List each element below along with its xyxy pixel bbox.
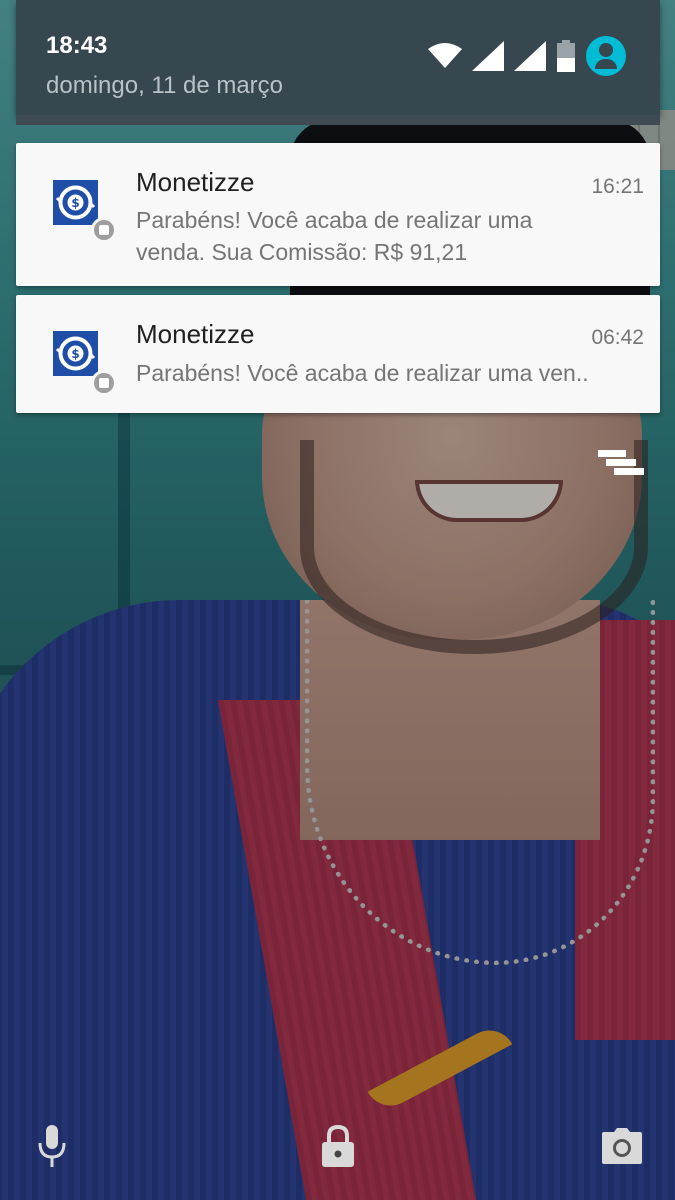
status-header: 18:43 domingo, 11 de março [16,0,660,125]
notification-text-line1: Parabéns! Você acaba de realizar uma ven… [136,360,589,386]
notification-time: 06:42 [591,326,644,349]
notification-app-name: Monetizze [136,167,255,197]
notification-text-line2: venda. Sua Comissão: R$ 91,21 [136,239,468,265]
notification-badge-icon [91,217,117,243]
notification-stack-icon[interactable] [598,450,644,484]
monetizze-app-icon: $ [53,331,98,376]
lock-icon[interactable] [321,1125,355,1167]
battery-icon [557,40,575,72]
camera-icon[interactable] [602,1128,642,1164]
notification-badge-icon [91,370,117,396]
notification-app-name: Monetizze [136,319,255,349]
svg-text:$: $ [71,347,79,361]
signal-icon [514,41,546,71]
svg-text:$: $ [71,196,79,210]
notification-card[interactable]: $ Monetizze 16:21 Parabéns! Você acaba d… [16,143,660,286]
notification-card[interactable]: $ Monetizze 06:42 Parabéns! Você acaba d… [16,295,660,413]
notification-text-line1: Parabéns! Você acaba de realizar uma [136,207,533,233]
monetizze-app-icon: $ [53,180,98,225]
date: domingo, 11 de março [46,72,284,99]
wifi-icon [428,43,462,68]
user-avatar-icon[interactable] [586,36,626,76]
notification-time: 16:21 [591,175,644,198]
signal-icon [472,41,504,71]
clock: 18:43 [46,32,108,59]
system-icons [428,36,626,76]
microphone-icon[interactable] [37,1125,67,1167]
